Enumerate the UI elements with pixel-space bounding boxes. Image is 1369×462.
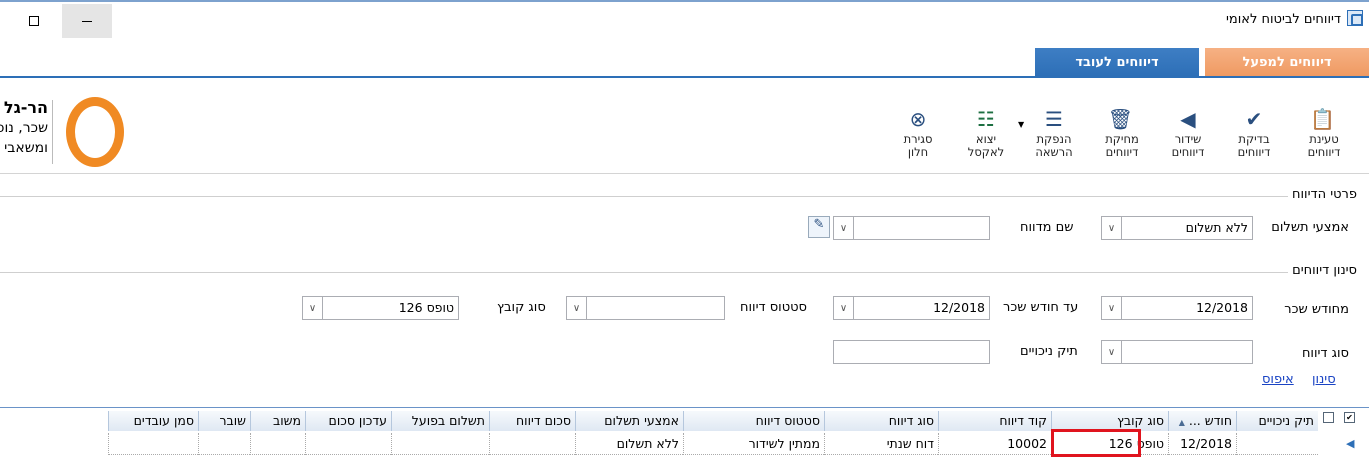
payment-method-select[interactable]: ∨ ללא תשלום bbox=[1101, 216, 1253, 240]
upload-clipboard-icon: 📋 bbox=[1310, 107, 1335, 131]
window-title: דיווחים לביטוח לאומי bbox=[1225, 12, 1341, 27]
minimize-button[interactable] bbox=[62, 4, 112, 38]
table-cell[interactable]: דוח שנתי bbox=[824, 433, 938, 455]
close-circle-icon: ⊗ bbox=[909, 107, 927, 131]
minimize-icon bbox=[82, 20, 92, 22]
table-cell[interactable] bbox=[1236, 433, 1318, 455]
excel-icon: ☷ bbox=[977, 107, 995, 131]
filter-link[interactable]: סינון bbox=[1312, 372, 1336, 387]
to-month-label: עד חודש שכר bbox=[1003, 300, 1079, 315]
send-arrow-icon: ◀ bbox=[1180, 107, 1196, 131]
reporter-name-select[interactable]: ∨ bbox=[833, 216, 990, 240]
maximize-button[interactable] bbox=[10, 4, 58, 38]
column-header[interactable]: תשלום בפועל bbox=[391, 411, 489, 431]
report-details-title: פרטי הדיווח bbox=[1288, 187, 1361, 202]
to-month-select[interactable]: ∨ 12/2018 bbox=[833, 296, 990, 320]
chevron-down-icon: ∨ bbox=[1102, 341, 1122, 363]
table-cell[interactable] bbox=[250, 433, 305, 455]
delete-reports-button[interactable]: 🗑 מחיקת דיווחים bbox=[1094, 108, 1150, 159]
from-month-select[interactable]: ∨ 12/2018 bbox=[1101, 296, 1253, 320]
load-reports-button[interactable]: 📋 טעינת דיווחים bbox=[1296, 108, 1352, 159]
table-cell[interactable] bbox=[305, 433, 391, 455]
status-select[interactable]: ∨ bbox=[566, 296, 725, 320]
row-indicator-icon: ◀ bbox=[1346, 437, 1355, 450]
logo-divider bbox=[52, 100, 53, 164]
check-shield-icon: ✔ bbox=[1245, 107, 1263, 131]
payment-method-label: אמצעי תשלום bbox=[1271, 220, 1349, 235]
trash-icon: 🗑 bbox=[1107, 107, 1133, 131]
app-icon bbox=[1347, 10, 1363, 26]
column-header[interactable]: שובר bbox=[198, 411, 250, 431]
tab-strip: דיווחים למפעל דיווחים לעובד bbox=[0, 48, 1369, 78]
table-cell[interactable] bbox=[391, 433, 489, 455]
column-header[interactable]: סמן עובדים bbox=[108, 411, 198, 431]
column-header[interactable]: תיק ניכויים bbox=[1236, 411, 1318, 431]
deductions-file-label: תיק ניכויים bbox=[1020, 344, 1078, 359]
table-cell[interactable]: ללא תשלום bbox=[575, 433, 683, 455]
sort-ascending-icon: ▲ bbox=[1178, 418, 1185, 427]
filter-group bbox=[0, 272, 1351, 273]
table-cell[interactable] bbox=[198, 433, 250, 455]
check-reports-button[interactable]: ✔ בדיקת דיווחים bbox=[1226, 108, 1282, 159]
highlight-box bbox=[1051, 429, 1141, 457]
report-type-label: סוג דיווח bbox=[1301, 346, 1349, 361]
dropdown-arrow-icon[interactable]: ▼ bbox=[1018, 120, 1024, 129]
status-label: סטטוס דיווח bbox=[740, 300, 807, 315]
column-header[interactable]: סכום דיווח bbox=[489, 411, 575, 431]
tab-worker-reports[interactable]: דיווחים לעובד bbox=[1035, 48, 1199, 76]
table-cell[interactable]: 12/2018 bbox=[1168, 433, 1236, 455]
file-type-select[interactable]: ∨ טופס 126 bbox=[302, 296, 459, 320]
logo-text: הר-גל שכר, נוכחות ומשאבי אנוש bbox=[0, 98, 48, 156]
maximize-icon bbox=[29, 16, 39, 26]
filter-group-title: סינון דיווחים bbox=[1288, 263, 1361, 278]
ribbon-toolbar: 📋 טעינת דיווחים ✔ בדיקת דיווחים ◀ שידור … bbox=[0, 80, 1369, 174]
chevron-down-icon: ∨ bbox=[834, 297, 854, 319]
chevron-down-icon: ∨ bbox=[303, 297, 323, 319]
list-add-icon: ☰ bbox=[1045, 107, 1063, 131]
select-all-checkbox[interactable]: ✔ bbox=[1344, 412, 1355, 423]
table-cell[interactable]: ממתין לשידור bbox=[683, 433, 824, 455]
chevron-down-icon: ∨ bbox=[1102, 297, 1122, 319]
file-type-label: סוג קובץ bbox=[497, 300, 546, 315]
column-header[interactable]: סוג דיווח bbox=[824, 411, 938, 431]
column-header[interactable]: אמצעי תשלום bbox=[575, 411, 683, 431]
table-cell[interactable] bbox=[489, 433, 575, 455]
chevron-down-icon: ∨ bbox=[1102, 217, 1122, 239]
table-cell[interactable] bbox=[108, 433, 198, 455]
column-header[interactable]: עדכון סכום bbox=[305, 411, 391, 431]
close-window-button[interactable]: ⊗ סגירת חלון bbox=[890, 108, 946, 159]
column-header[interactable]: סוג קובץ bbox=[1051, 411, 1168, 431]
reporter-name-label: שם מדווח bbox=[1020, 220, 1074, 235]
from-month-label: מחודש שכר bbox=[1284, 302, 1349, 317]
column-header[interactable]: סטטוס דיווח bbox=[683, 411, 824, 431]
column-header[interactable]: משוב bbox=[250, 411, 305, 431]
send-reports-button[interactable]: ◀ שידור דיווחים bbox=[1160, 108, 1216, 159]
report-details-group bbox=[0, 196, 1351, 197]
issue-permission-button[interactable]: ☰ הנפקת הרשאה bbox=[1026, 108, 1082, 159]
table-cell[interactable]: 10002 bbox=[938, 433, 1051, 455]
column-header[interactable]: חודש ... ▲ bbox=[1168, 411, 1236, 431]
company-logo bbox=[66, 97, 124, 167]
column-chooser-icon[interactable] bbox=[1323, 412, 1334, 423]
reset-link[interactable]: איפוס bbox=[1262, 372, 1294, 387]
chevron-down-icon: ∨ bbox=[567, 297, 587, 319]
export-excel-button[interactable]: ☷ יצוא לאקסל bbox=[958, 108, 1014, 159]
tab-factory-reports[interactable]: דיווחים למפעל bbox=[1205, 48, 1369, 76]
title-bar: דיווחים לביטוח לאומי bbox=[0, 0, 1369, 38]
edit-pencil-icon[interactable]: ✎ bbox=[808, 216, 830, 238]
deductions-file-input[interactable] bbox=[833, 340, 990, 364]
chevron-down-icon: ∨ bbox=[834, 217, 854, 239]
column-header[interactable]: קוד דיווח bbox=[938, 411, 1051, 431]
report-type-select[interactable]: ∨ bbox=[1101, 340, 1253, 364]
